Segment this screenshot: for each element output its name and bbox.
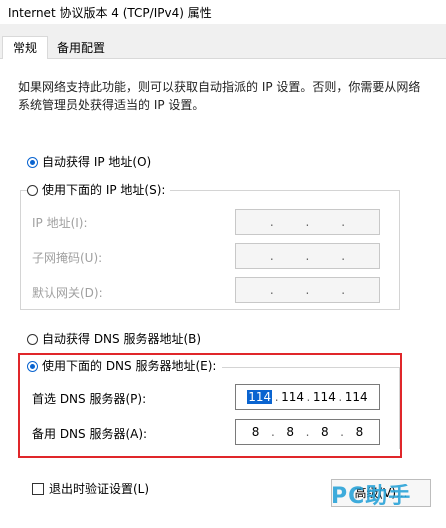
default-gateway-input[interactable]: . . . [235, 277, 380, 303]
subnet-mask-input[interactable]: . . . [235, 243, 380, 269]
highlight-frame [18, 353, 402, 458]
validate-on-exit-checkbox[interactable]: 退出时验证设置(L) [32, 480, 149, 498]
octet-separator: . [305, 215, 310, 229]
description-text: 如果网络支持此功能，则可以获取自动指派的 IP 设置。否则，你需要从网络系统管理… [18, 80, 421, 112]
group-border-right [399, 190, 400, 310]
window-title: Internet 协议版本 4 (TCP/IPv4) 属性 [8, 6, 212, 20]
radio-manual-ip-label: 使用下面的 IP 地址(S): [42, 183, 166, 197]
radio-auto-ip[interactable]: 自动获得 IP 地址(O) [27, 153, 151, 171]
octet-separator: . [341, 249, 346, 263]
octet-separator: . [305, 283, 310, 297]
radio-unchecked-icon [27, 184, 38, 196]
radio-auto-dns-label: 自动获得 DNS 服务器地址(B) [42, 332, 202, 346]
group-border-bottom [20, 309, 400, 310]
octet-separator: . [269, 283, 274, 297]
octet-separator: . [341, 283, 346, 297]
watermark-logo: PC助手 [331, 484, 412, 509]
group-border-left [20, 190, 21, 310]
radio-auto-dns[interactable]: 自动获得 DNS 服务器地址(B) [27, 330, 201, 348]
validate-on-exit-label: 退出时验证设置(L) [49, 482, 150, 496]
default-gateway-label: 默认网关(D): [32, 286, 103, 300]
octet-separator: . [341, 215, 346, 229]
radio-checked-icon [27, 156, 38, 168]
tab-alternate-config[interactable]: 备用配置 [50, 37, 112, 59]
tab-general[interactable]: 常规 [2, 36, 48, 59]
octet-separator: . [269, 249, 274, 263]
octet-separator: . [269, 215, 274, 229]
subnet-mask-label: 子网掩码(U): [32, 251, 103, 265]
radio-auto-ip-label: 自动获得 IP 地址(O) [42, 155, 152, 169]
ip-address-label: IP 地址(I): [32, 216, 88, 230]
radio-manual-ip[interactable]: 使用下面的 IP 地址(S): [27, 181, 169, 199]
ip-address-input[interactable]: . . . [235, 209, 380, 235]
octet-separator: . [305, 249, 310, 263]
title-bar: Internet 协议版本 4 (TCP/IPv4) 属性 [0, 0, 446, 24]
radio-unchecked-icon [27, 333, 38, 345]
checkbox-unchecked-icon [32, 483, 44, 495]
group-border-top-right [170, 190, 400, 191]
